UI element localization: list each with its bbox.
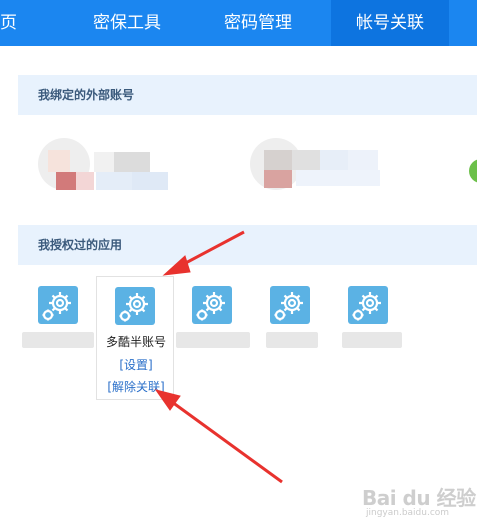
baidu-watermark: Bai du 经验 jingyan.baidu.com xyxy=(362,482,476,522)
annotation-arrows xyxy=(154,230,283,484)
arrow-to-selected-app xyxy=(179,230,245,268)
watermark-url: jingyan.baidu.com xyxy=(366,508,450,518)
arrow-to-unlink xyxy=(171,400,283,484)
arrow-head-icon xyxy=(162,255,191,276)
watermark-logo-text: Bai du 经验 xyxy=(362,486,476,510)
